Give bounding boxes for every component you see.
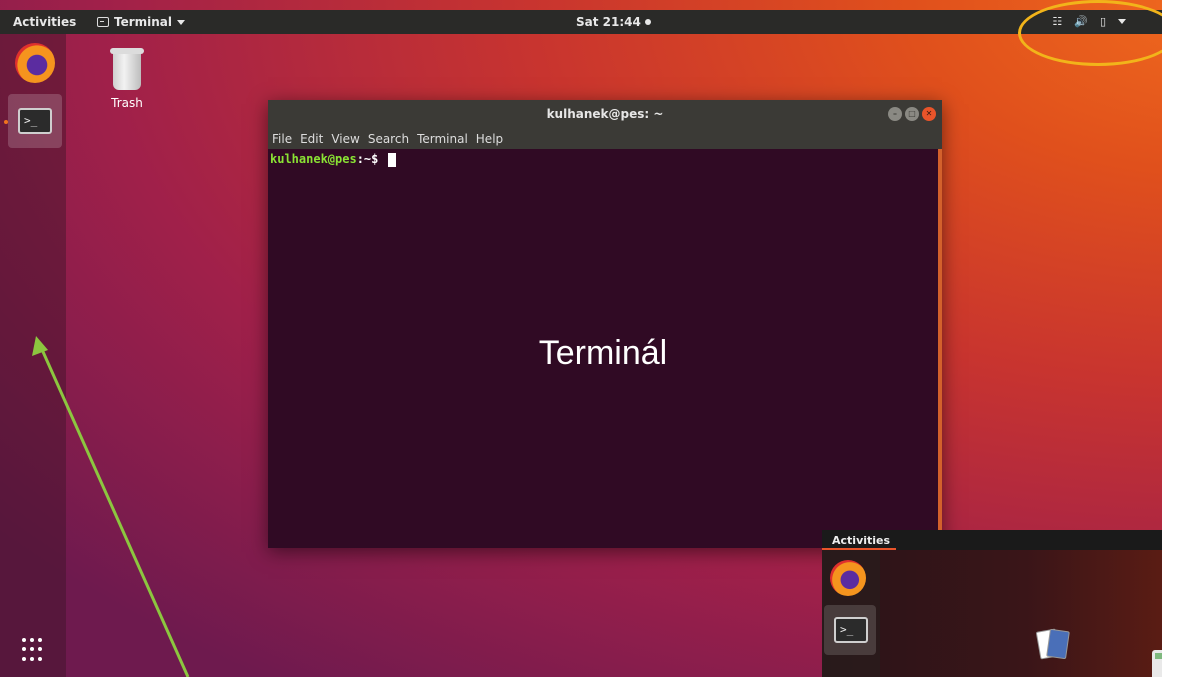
calculator-icon [1152, 650, 1162, 677]
minimize-button[interactable]: – [888, 107, 902, 121]
inset-screenshot: Activities >_ [822, 530, 1162, 677]
terminal-icon: >_ [834, 617, 868, 643]
terminal-body[interactable]: kulhanek@pes:~$ Terminál [268, 149, 938, 548]
inset-top-bar: Activities [822, 530, 1162, 550]
clock-label: Sat 21:44 [576, 15, 641, 29]
inset-dock-terminal: >_ [824, 605, 876, 655]
overlay-caption: Terminál [538, 334, 668, 372]
clock[interactable]: Sat 21:44 [576, 15, 651, 29]
chevron-down-icon [177, 19, 186, 25]
menu-file[interactable]: File [272, 132, 292, 146]
menu-view[interactable]: View [331, 132, 359, 146]
desktop-screen: Activities Terminal Sat 21:44 ☷ 🔊 ▯ >_ T… [0, 0, 1162, 677]
dock-firefox[interactable] [8, 36, 62, 90]
dock-terminal[interactable]: >_ [8, 94, 62, 148]
terminal-window[interactable]: kulhanek@pes: ~ – □ ✕ File Edit View Sea… [268, 100, 942, 548]
window-titlebar[interactable]: kulhanek@pes: ~ – □ ✕ [268, 100, 942, 128]
cards-icon [1035, 628, 1078, 670]
dock: >_ [0, 34, 66, 677]
activities-button[interactable]: Activities [13, 15, 76, 29]
terminal-icon: >_ [18, 108, 52, 134]
menu-terminal[interactable]: Terminal [417, 132, 468, 146]
inset-activities: Activities [832, 534, 891, 547]
tray-highlight-ellipse [1018, 0, 1162, 66]
top-bar: Activities Terminal Sat 21:44 ☷ 🔊 ▯ [0, 10, 1162, 34]
menu-search[interactable]: Search [368, 132, 409, 146]
scrollbar[interactable] [938, 149, 942, 548]
app-menu[interactable]: Terminal [97, 15, 186, 29]
firefox-icon [15, 43, 55, 83]
window-title: kulhanek@pes: ~ [546, 107, 664, 121]
shell-prompt: kulhanek@pes:~$ [268, 149, 938, 170]
desktop-trash[interactable]: Trash [104, 48, 150, 110]
menu-edit[interactable]: Edit [300, 132, 323, 146]
terminal-small-icon [97, 17, 109, 27]
text-cursor [387, 152, 396, 167]
app-menu-label: Terminal [114, 15, 173, 29]
terminal-menubar: File Edit View Search Terminal Help [268, 128, 942, 149]
prompt-path: :~$ [356, 152, 386, 166]
menu-help[interactable]: Help [476, 132, 503, 146]
trash-icon [110, 48, 144, 90]
firefox-icon [830, 560, 866, 596]
maximize-button[interactable]: □ [905, 107, 919, 121]
show-applications-button[interactable] [22, 638, 46, 662]
notification-dot-icon [644, 19, 651, 25]
close-button[interactable]: ✕ [922, 107, 936, 121]
prompt-user: kulhanek@pes [270, 152, 357, 166]
trash-label: Trash [111, 96, 143, 110]
inset-dock: >_ [822, 550, 880, 677]
